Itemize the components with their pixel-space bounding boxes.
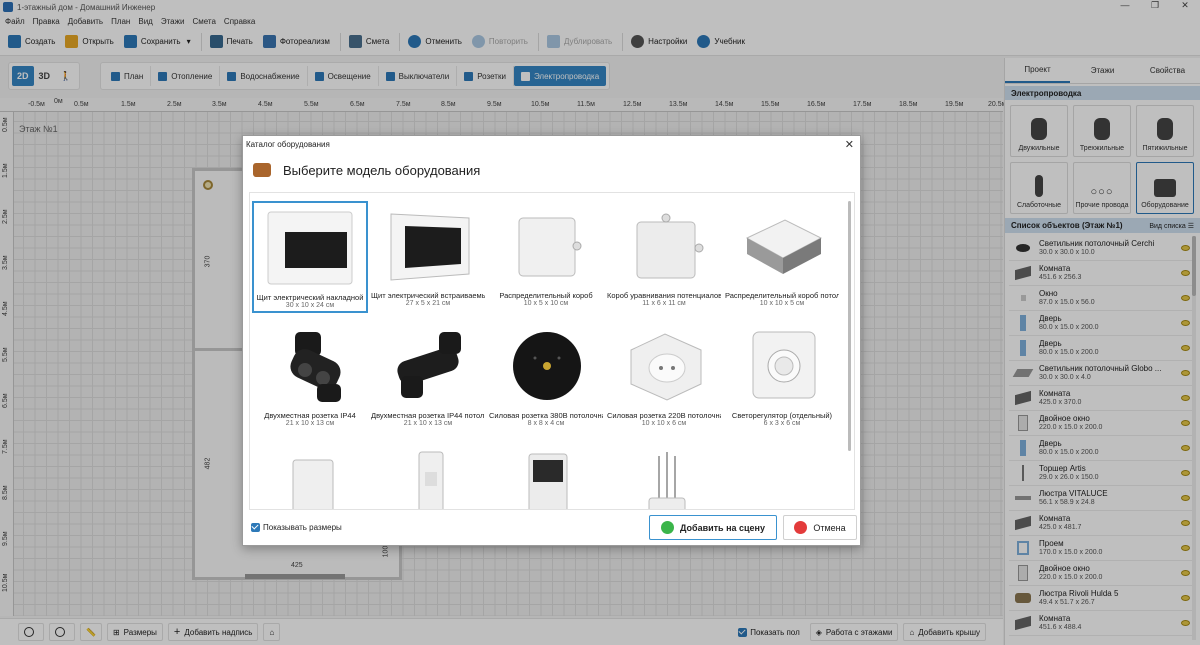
ceiling-junction-box-image <box>732 205 832 287</box>
equipment-size: 8 x 8 x 4 см <box>527 420 565 427</box>
equipment-size: 11 x 6 x 11 см <box>642 300 686 307</box>
equipment-image <box>260 445 360 509</box>
dialog-heading: Выберите модель оборудования <box>283 162 481 178</box>
equipment-size: 27 x 5 x 21 см <box>405 300 451 307</box>
surface-panel-image <box>260 207 360 289</box>
cancel-label: Отмена <box>813 522 846 533</box>
close-icon[interactable]: ✕ <box>845 138 854 151</box>
flush-panel-image <box>378 205 478 287</box>
equipment-name: Распределительный короб <box>499 291 593 300</box>
dialog-header: Выберите модель оборудования <box>243 152 860 188</box>
equipment-name: Двухместная розетка IP44 потол... <box>371 411 485 420</box>
dimmer-image <box>732 325 832 407</box>
equipment-grid: Щит электрический накладной 30 x 10 x 24… <box>249 192 855 510</box>
equipment-item[interactable]: Распределительный короб 10 x 5 x 10 см <box>488 201 604 313</box>
equipment-item[interactable]: Силовая розетка 380В потолочная 8 x 8 x … <box>488 321 604 433</box>
double-socket-ip44-image <box>260 325 360 407</box>
equipment-item[interactable] <box>488 441 604 509</box>
equipment-item[interactable]: Распределительный короб потол... 10 x 10… <box>724 201 840 313</box>
equipment-item[interactable]: Двухместная розетка IP44 потол... 21 x 1… <box>370 321 486 433</box>
equipment-size: 30 x 10 x 24 см <box>285 302 335 309</box>
add-to-scene-label: Добавить на сцену <box>679 522 766 533</box>
power-socket-220-image <box>614 325 714 407</box>
double-socket-ip44-ceiling-image <box>378 325 478 407</box>
equipment-item[interactable]: Силовая розетка 220В потолочная 10 x 10 … <box>606 321 722 433</box>
equipment-name: Короб уравнивания потенциалов <box>607 291 721 300</box>
equipment-size: 21 x 10 x 13 см <box>403 420 453 427</box>
show-sizes-toggle[interactable]: Показывать размеры <box>251 523 342 532</box>
check-icon <box>660 521 674 534</box>
equipment-name: Двухместная розетка IP44 <box>264 411 356 420</box>
equipment-item[interactable] <box>370 441 486 509</box>
equipment-name: Силовая розетка 380В потолочная <box>489 411 603 420</box>
equipment-name: Распределительный короб потол... <box>725 291 839 300</box>
potential-box-image <box>614 205 714 287</box>
cancel-button[interactable]: Отмена <box>783 515 857 540</box>
equipment-name: Светорегулятор (отдельный) <box>731 411 833 420</box>
add-to-scene-button[interactable]: Добавить на сцену <box>649 515 777 540</box>
equipment-item[interactable]: Светорегулятор (отдельный) 6 x 3 x 6 см <box>724 321 840 433</box>
show-sizes-label: Показывать размеры <box>263 523 342 532</box>
power-socket-380-image <box>496 325 596 407</box>
equipment-size: 21 x 10 x 13 см <box>285 420 335 427</box>
checkbox-checked-icon[interactable] <box>251 523 260 532</box>
equipment-item[interactable] <box>252 441 368 509</box>
equipment-image <box>614 445 714 509</box>
equipment-size: 6 x 3 x 6 см <box>763 420 801 427</box>
grid-scrollbar[interactable] <box>848 201 851 451</box>
equipment-name: Щит электрический встраиваемый <box>371 291 485 300</box>
equipment-name: Силовая розетка 220В потолочная <box>607 411 721 420</box>
equipment-image <box>378 445 478 509</box>
equipment-item[interactable] <box>606 441 722 509</box>
armchair-icon <box>253 163 271 177</box>
equipment-size: 10 x 10 x 5 см <box>759 300 805 307</box>
dialog-title: Каталог оборудования <box>246 139 330 149</box>
equipment-item[interactable]: Двухместная розетка IP44 21 x 10 x 13 см <box>252 321 368 433</box>
equipment-item[interactable]: Короб уравнивания потенциалов 11 x 6 x 1… <box>606 201 722 313</box>
equipment-name: Щит электрический накладной <box>256 293 364 302</box>
equipment-item[interactable]: Щит электрический встраиваемый 27 x 5 x … <box>370 201 486 313</box>
equipment-item[interactable]: Щит электрический накладной 30 x 10 x 24… <box>252 201 368 313</box>
equipment-size: 10 x 10 x 6 см <box>641 420 687 427</box>
junction-box-image <box>496 205 596 287</box>
dialog-footer: Показывать размеры Добавить на сцену Отм… <box>243 512 860 545</box>
equipment-catalog-dialog: Каталог оборудования ✕ Выберите модель о… <box>242 135 861 546</box>
equipment-image <box>496 445 596 509</box>
equipment-size: 10 x 5 x 10 см <box>523 300 569 307</box>
cancel-icon <box>794 521 808 534</box>
